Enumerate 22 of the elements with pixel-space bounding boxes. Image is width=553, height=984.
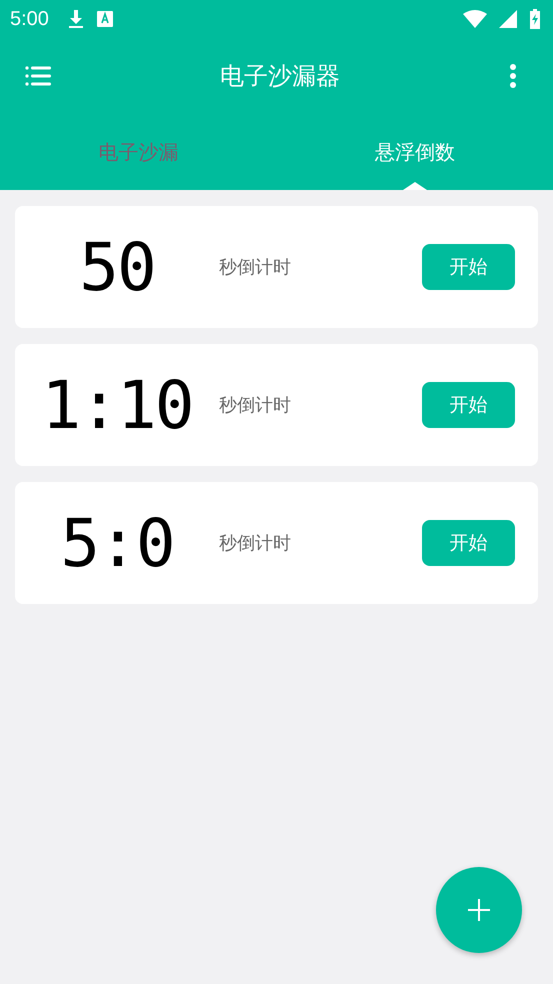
signal-icon — [499, 10, 517, 28]
timer-display: 50 — [79, 228, 155, 306]
start-button[interactable]: 开始 — [422, 520, 515, 566]
timer-label: 秒倒计时 — [219, 532, 292, 555]
tab[interactable]: 悬浮倒数 — [276, 114, 553, 190]
start-button[interactable]: 开始 — [422, 244, 515, 290]
app-title: 电子沙漏器 — [220, 61, 340, 92]
wifi-icon — [463, 10, 487, 28]
status-time: 5:00 — [10, 8, 49, 30]
timer-display: 1:10 — [42, 366, 192, 444]
more-options-icon[interactable] — [509, 63, 517, 89]
keyboard-app-icon — [96, 11, 113, 27]
timer-label: 秒倒计时 — [219, 256, 292, 279]
download-icon — [66, 9, 85, 29]
timer-display: 5:0 — [60, 504, 174, 582]
timer-label: 秒倒计时 — [219, 394, 292, 417]
menu-icon[interactable] — [25, 66, 51, 86]
add-button[interactable] — [436, 867, 522, 953]
tab[interactable]: 电子沙漏 — [0, 114, 276, 190]
add-icon — [468, 899, 490, 921]
battery-icon — [529, 9, 541, 29]
start-button[interactable]: 开始 — [422, 382, 515, 428]
